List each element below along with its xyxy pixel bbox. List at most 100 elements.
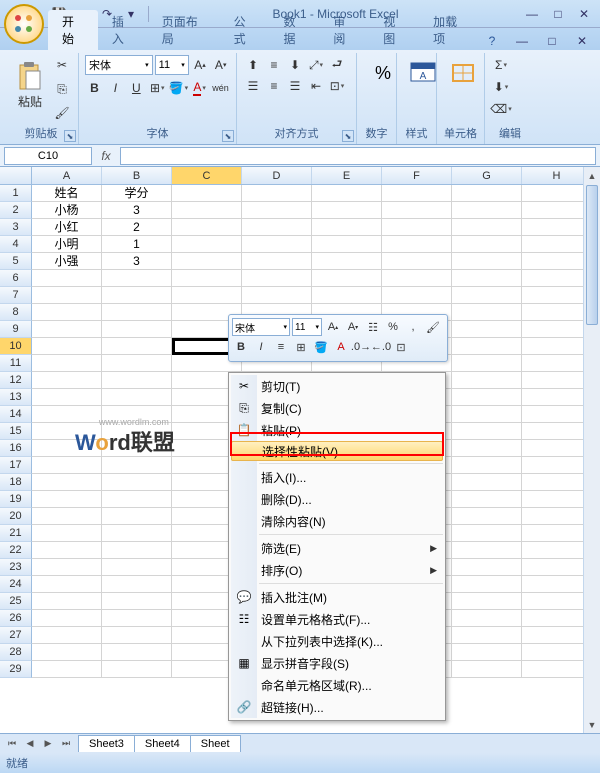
- cell[interactable]: [242, 185, 312, 202]
- row-header[interactable]: 11: [0, 355, 32, 372]
- cell[interactable]: [522, 525, 592, 542]
- cell[interactable]: [452, 474, 522, 491]
- cell[interactable]: [522, 253, 592, 270]
- cell[interactable]: [32, 457, 102, 474]
- minimize-button[interactable]: —: [520, 5, 544, 23]
- cell[interactable]: [312, 270, 382, 287]
- row-header[interactable]: 16: [0, 440, 32, 457]
- dialog-launcher-icon[interactable]: ⬊: [342, 130, 354, 142]
- context-menu-item[interactable]: 筛选(E)▶: [231, 537, 443, 559]
- cell[interactable]: [452, 185, 522, 202]
- cell[interactable]: 3: [102, 253, 172, 270]
- merge-icon[interactable]: ⊡: [327, 76, 347, 96]
- cell[interactable]: [32, 508, 102, 525]
- cell[interactable]: [452, 321, 522, 338]
- cell[interactable]: [172, 236, 242, 253]
- fx-icon[interactable]: fx: [96, 149, 116, 163]
- row-header[interactable]: 23: [0, 559, 32, 576]
- context-menu-item[interactable]: 清除内容(N): [231, 510, 443, 532]
- mini-grow-font-icon[interactable]: A▴: [324, 318, 342, 336]
- row-header[interactable]: 9: [0, 321, 32, 338]
- paste-button[interactable]: 粘贴: [10, 55, 50, 115]
- cell[interactable]: [32, 321, 102, 338]
- row-header[interactable]: 2: [0, 202, 32, 219]
- orientation-icon[interactable]: ⤢: [306, 55, 326, 75]
- cell[interactable]: [452, 355, 522, 372]
- cell[interactable]: [102, 406, 172, 423]
- cell[interactable]: [172, 202, 242, 219]
- mini-italic-icon[interactable]: I: [252, 338, 270, 356]
- sheet-nav-next-icon[interactable]: ▶: [40, 736, 56, 752]
- cell[interactable]: [312, 219, 382, 236]
- cell[interactable]: [382, 253, 452, 270]
- cell[interactable]: [522, 304, 592, 321]
- col-header[interactable]: D: [242, 167, 312, 184]
- cell[interactable]: [172, 287, 242, 304]
- row-header[interactable]: 24: [0, 576, 32, 593]
- context-menu-item[interactable]: ⎘复制(C): [231, 397, 443, 419]
- row-header[interactable]: 13: [0, 389, 32, 406]
- cell[interactable]: 学分: [102, 185, 172, 202]
- shrink-font-icon[interactable]: A▾: [211, 55, 230, 75]
- col-header[interactable]: B: [102, 167, 172, 184]
- cell[interactable]: [32, 440, 102, 457]
- row-header[interactable]: 12: [0, 372, 32, 389]
- cells-format-icon[interactable]: [443, 55, 483, 91]
- cell[interactable]: 3: [102, 202, 172, 219]
- cell[interactable]: [102, 474, 172, 491]
- font-name-select[interactable]: 宋体▾: [85, 55, 153, 75]
- align-top-icon[interactable]: ⬆: [243, 55, 263, 75]
- context-menu-item[interactable]: 排序(O)▶: [231, 559, 443, 581]
- context-menu-item[interactable]: ▦显示拼音字段(S): [231, 652, 443, 674]
- cell[interactable]: [522, 321, 592, 338]
- cell[interactable]: [242, 287, 312, 304]
- cell[interactable]: [452, 236, 522, 253]
- cell[interactable]: [102, 270, 172, 287]
- cell[interactable]: [452, 457, 522, 474]
- cell[interactable]: [522, 644, 592, 661]
- italic-icon[interactable]: I: [106, 78, 125, 98]
- underline-icon[interactable]: U: [127, 78, 146, 98]
- cell[interactable]: [32, 627, 102, 644]
- mini-percent-icon[interactable]: %: [384, 318, 402, 336]
- cell[interactable]: [522, 661, 592, 678]
- context-menu-item[interactable]: 🔗超链接(H)...: [231, 696, 443, 718]
- grow-font-icon[interactable]: A▴: [191, 55, 210, 75]
- cell[interactable]: [32, 355, 102, 372]
- cell[interactable]: [312, 253, 382, 270]
- cell[interactable]: [452, 491, 522, 508]
- cell[interactable]: [242, 219, 312, 236]
- fill-icon[interactable]: ⬇: [491, 77, 511, 97]
- row-header[interactable]: 14: [0, 406, 32, 423]
- sheet-nav-first-icon[interactable]: ⏮: [4, 736, 20, 752]
- cell[interactable]: [312, 236, 382, 253]
- mini-dec-inc-icon[interactable]: .0→: [352, 338, 370, 356]
- cell[interactable]: [32, 372, 102, 389]
- cell[interactable]: [522, 508, 592, 525]
- cell[interactable]: [32, 338, 102, 355]
- cell[interactable]: [452, 440, 522, 457]
- cell[interactable]: [102, 287, 172, 304]
- context-menu-item[interactable]: 选择性粘贴(V)...: [231, 441, 443, 461]
- tab-view[interactable]: 视图: [369, 10, 419, 50]
- help-icon[interactable]: ?: [480, 32, 504, 50]
- tab-formula[interactable]: 公式: [220, 10, 270, 50]
- cell[interactable]: [522, 457, 592, 474]
- cell[interactable]: [452, 253, 522, 270]
- cell[interactable]: 2: [102, 219, 172, 236]
- cell[interactable]: [32, 576, 102, 593]
- cell[interactable]: [522, 576, 592, 593]
- sheet-tab[interactable]: Sheet: [190, 735, 241, 752]
- cell[interactable]: [102, 610, 172, 627]
- cell[interactable]: [172, 219, 242, 236]
- cell[interactable]: 小明: [32, 236, 102, 253]
- row-header[interactable]: 10: [0, 338, 32, 355]
- formula-input[interactable]: [120, 147, 596, 165]
- ribbon-close-icon[interactable]: ✕: [570, 32, 594, 50]
- row-header[interactable]: 26: [0, 610, 32, 627]
- row-header[interactable]: 21: [0, 525, 32, 542]
- cell[interactable]: [522, 219, 592, 236]
- cell[interactable]: [522, 559, 592, 576]
- cell[interactable]: 1: [102, 236, 172, 253]
- cell[interactable]: [522, 355, 592, 372]
